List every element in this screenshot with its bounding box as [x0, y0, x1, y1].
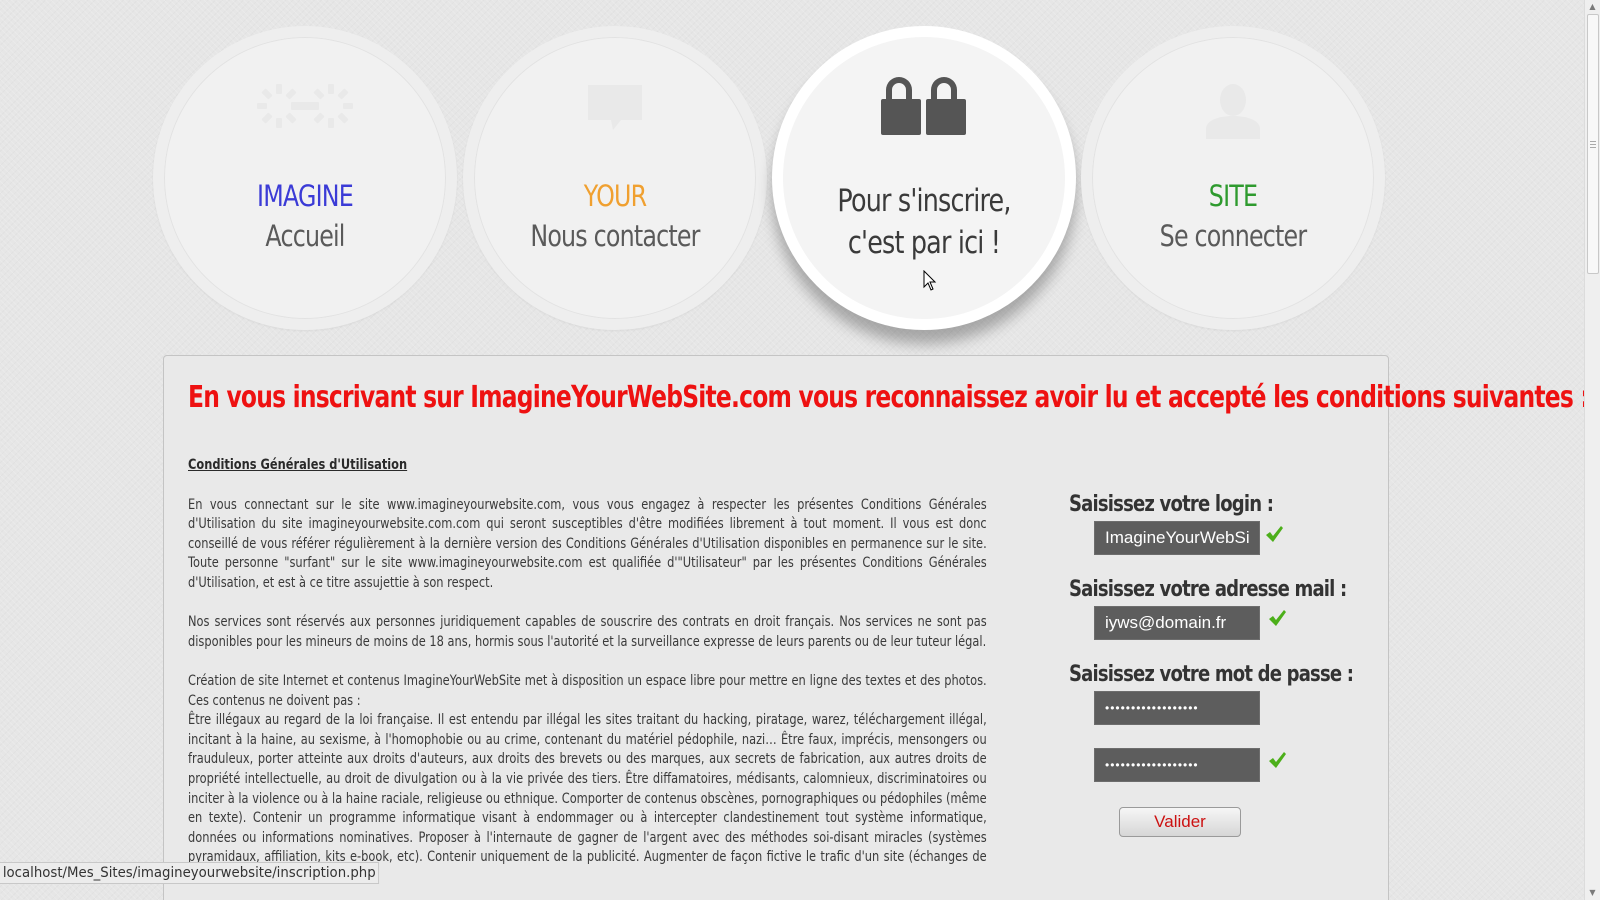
registration-panel: En vous inscrivant sur ImagineYourWebSit…	[163, 355, 1590, 900]
scroll-grip	[1590, 144, 1596, 145]
mouse-cursor-icon	[923, 270, 937, 291]
check-icon	[1269, 752, 1286, 768]
email-input[interactable]	[1094, 606, 1260, 640]
nav-circle-accueil[interactable]: IMAGINE Accueil	[153, 26, 457, 330]
nav-label-accueil: Accueil	[265, 219, 345, 253]
login-label: Saisissez votre login :	[1069, 492, 1274, 517]
password-label: Saisissez votre mot de passe :	[1069, 662, 1354, 687]
nav-brand-site: SITE	[1208, 179, 1258, 213]
nav-brand-imagine: IMAGINE	[257, 179, 354, 213]
password-confirm-input[interactable]	[1094, 748, 1260, 782]
chat-bubble-icon	[585, 82, 645, 138]
login-input[interactable]	[1094, 521, 1260, 555]
terms-heading: Conditions Générales d'Utilisation	[188, 457, 408, 473]
password-input[interactable]	[1094, 691, 1260, 725]
scroll-grip	[1590, 141, 1596, 142]
terms-paragraph-3: Création de site Internet et contenus Im…	[188, 672, 987, 709]
gears-icon	[255, 82, 355, 136]
terms-paragraph-1: En vous connectant sur le site www.imagi…	[188, 496, 987, 591]
terms-paragraph-2: Nos services sont réservés aux personnes…	[188, 614, 987, 650]
check-icon	[1266, 526, 1283, 542]
nav-register-line1: Pour s'inscrire,	[837, 183, 1011, 219]
submit-button[interactable]: Valider	[1119, 807, 1241, 837]
nav-register-label: Pour s'inscrire, c'est par ici !	[808, 180, 1039, 264]
email-label: Saisissez votre adresse mail :	[1069, 577, 1347, 602]
nav-register-line2: c'est par ici !	[847, 225, 1001, 261]
terms-text: Conditions Générales d'Utilisation En vo…	[188, 456, 987, 887]
scroll-down-arrow-icon[interactable]: ▼	[1585, 886, 1600, 900]
nav-brand-your: YOUR	[583, 179, 647, 213]
status-bar-url: localhost/Mes_Sites/imagineyourwebsite/i…	[0, 862, 380, 884]
panel-title: En vous inscrivant sur ImagineYourWebSit…	[188, 380, 1590, 415]
user-icon	[1203, 83, 1263, 143]
scroll-grip	[1590, 147, 1596, 148]
nav-circle-contact[interactable]: YOUR Nous contacter	[463, 26, 767, 330]
page-scrollbar[interactable]: ▲ ▼	[1584, 0, 1600, 900]
scroll-up-arrow-icon[interactable]: ▲	[1585, 0, 1600, 14]
check-icon	[1269, 610, 1286, 626]
padlocks-icon	[878, 73, 970, 141]
scroll-thumb[interactable]	[1587, 14, 1599, 274]
nav-label-connexion: Se connecter	[1159, 219, 1307, 253]
nav-circle-connexion[interactable]: SITE Se connecter	[1081, 26, 1385, 330]
nav-label-contact: Nous contacter	[530, 219, 700, 253]
